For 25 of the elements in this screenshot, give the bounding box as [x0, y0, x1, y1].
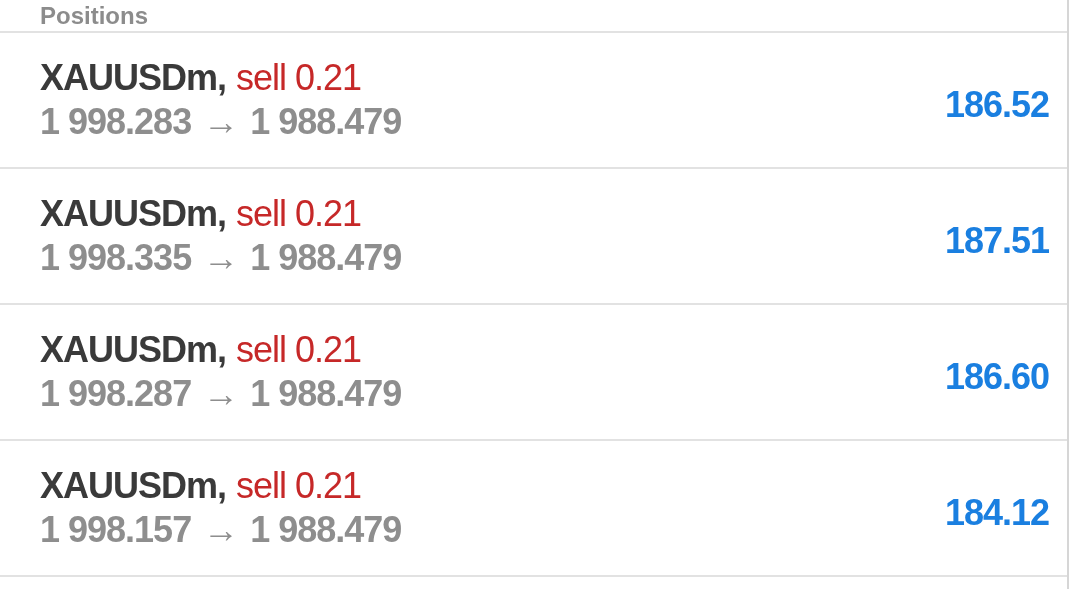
current-price-text: 1 988.479 [250, 373, 402, 415]
profit-text: 186.52 [944, 84, 1049, 126]
symbol-text: XAUUSDm, [40, 57, 227, 99]
order-type-text: sell 0.21 [236, 465, 362, 507]
open-price-text: 1 998.335 [40, 237, 192, 279]
current-price-text: 1 988.479 [250, 237, 402, 279]
open-price-text: 1 998.157 [40, 509, 192, 551]
arrow-text: → [203, 237, 239, 279]
open-price-text: 1 998.283 [40, 101, 192, 143]
symbol-text: XAUUSDm, [40, 465, 227, 507]
arrow-text: → [203, 373, 239, 415]
arrow-text: → [203, 509, 239, 551]
order-type-text: sell 0.21 [236, 57, 362, 99]
profit-text: 187.51 [944, 220, 1049, 262]
symbol-text: XAUUSDm, [40, 329, 227, 371]
order-type-text: sell 0.21 [236, 193, 362, 235]
section-title: Positions [40, 4, 148, 31]
current-price-text: 1 988.479 [250, 101, 402, 143]
symbol-text: XAUUSDm, [40, 193, 227, 235]
profit-text: 186.60 [944, 356, 1049, 398]
profit-text: 184.12 [944, 492, 1049, 534]
current-price-text: 1 988.479 [250, 509, 402, 551]
open-price-text: 1 998.287 [40, 373, 192, 415]
order-type-text: sell 0.21 [236, 329, 362, 371]
arrow-text: → [203, 101, 239, 143]
